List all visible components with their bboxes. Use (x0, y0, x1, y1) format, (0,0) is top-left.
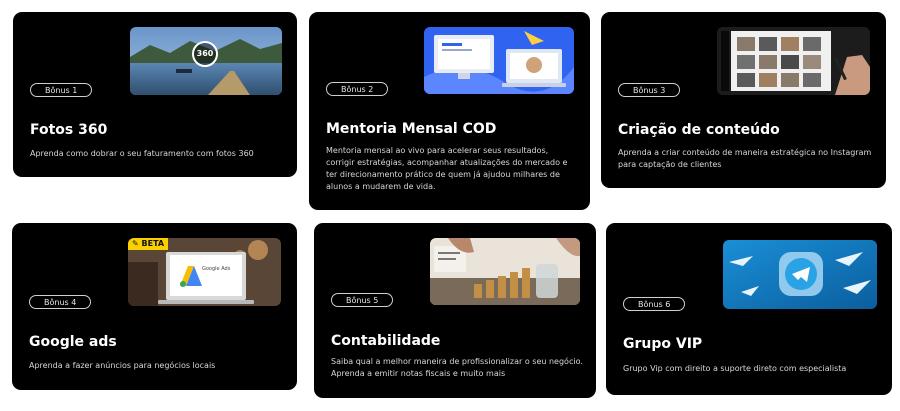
card-description: Aprenda como dobrar o seu faturamento co… (30, 149, 254, 158)
bonus-card-6[interactable]: Bônus 6 Grupo VIP Grupo Vip com direito … (606, 223, 892, 395)
card-description: Grupo Vip com direito a suporte direto c… (623, 364, 847, 373)
card-title: Fotos 360 (30, 122, 108, 138)
mentoria-thumbnail (424, 27, 574, 94)
grupo-vip-thumbnail (723, 240, 877, 309)
bonus-badge: Bônus 5 (331, 293, 394, 307)
bonus-badge: Bônus 2 (326, 82, 389, 96)
bonus-card-4[interactable]: ✎ BETA Google Ads Bônus 4 Google ads Apr… (12, 223, 297, 390)
card-title: Mentoria Mensal COD (326, 121, 497, 137)
card-description: Mentoria mensal ao vivo para acelerar se… (326, 146, 568, 191)
card-title: Criação de conteúdo (618, 122, 780, 138)
bonus-badge: Bônus 6 (623, 297, 686, 311)
criacao-conteudo-thumbnail (717, 27, 870, 95)
bonus-card-1[interactable]: 360 Bônus 1 Fotos 360 Aprenda como dobra… (13, 12, 297, 177)
bonus-badge: Bônus 3 (618, 83, 681, 97)
bonus-badge: Bônus 1 (30, 83, 93, 97)
google-ads-thumbnail: ✎ BETA Google Ads (128, 238, 281, 306)
card-title: Grupo VIP (623, 336, 703, 352)
card-description: Aprenda a criar conteúdo de maneira estr… (618, 148, 872, 169)
bonus-card-2[interactable]: Bônus 2 Mentoria Mensal COD Mentoria men… (309, 12, 590, 210)
bonus-card-3[interactable]: Bônus 3 Criação de conteúdo Aprenda a cr… (601, 12, 886, 188)
beta-tag: ✎ BETA (128, 238, 169, 250)
card-title: Google ads (29, 334, 117, 350)
fotos-360-thumbnail: 360 (130, 27, 282, 95)
contabilidade-thumbnail (430, 238, 580, 305)
bonus-badge: Bônus 4 (29, 295, 92, 309)
card-title: Contabilidade (331, 333, 441, 349)
card-description: Saiba qual a melhor maneira de profissio… (331, 357, 583, 378)
card-description: Aprenda a fazer anúncios para negócios l… (29, 361, 216, 370)
360-icon: 360 (192, 41, 218, 67)
google-ads-label: Google Ads (202, 266, 231, 272)
beta-label: BETA (141, 239, 165, 248)
bonus-card-5[interactable]: Bônus 5 Contabilidade Saiba qual a melho… (314, 223, 596, 398)
pencil-icon: ✎ (132, 239, 142, 248)
